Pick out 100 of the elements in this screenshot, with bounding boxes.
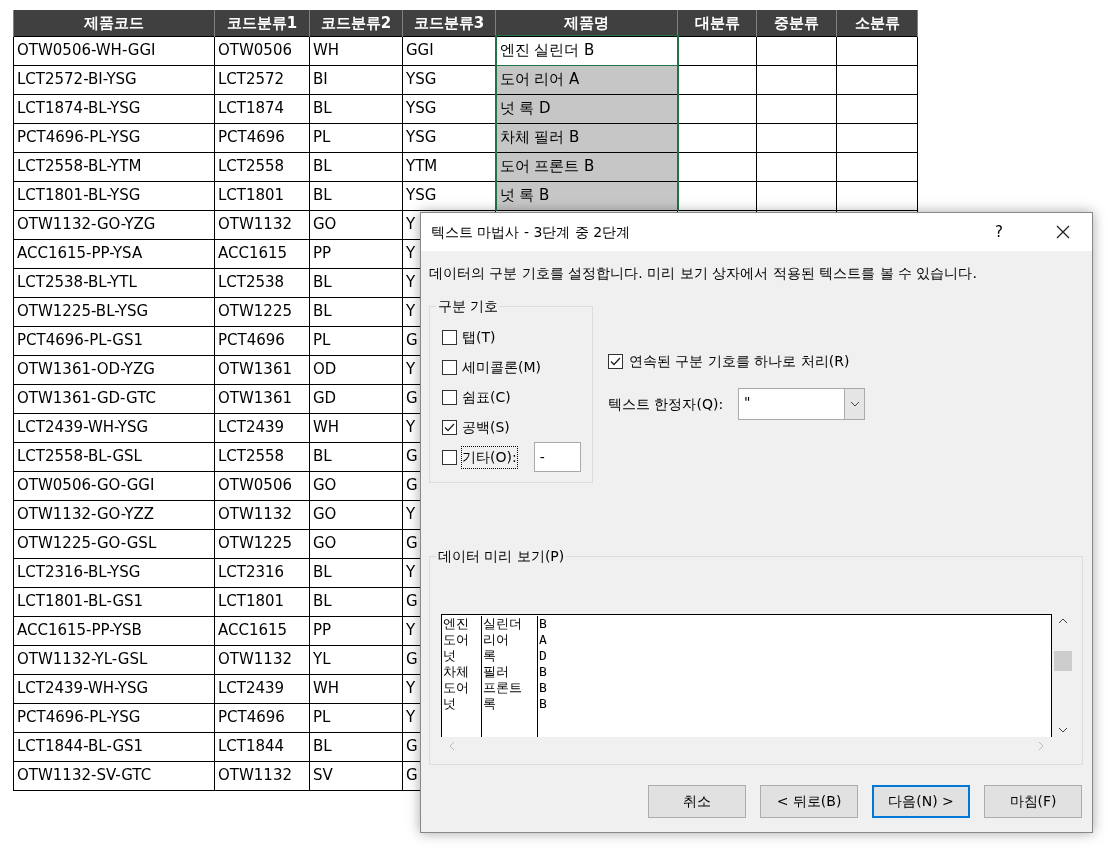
preview-text: D xyxy=(539,648,547,664)
table-cell[interactable]: 도어 프론트 B xyxy=(495,152,678,181)
cell-text: OTW1361 xyxy=(218,389,292,408)
checkbox[interactable] xyxy=(442,329,457,345)
column-header: 코드분류1 xyxy=(214,10,310,36)
window-title: 텍스트 마법사 - 3단계 중 2단계 xyxy=(431,222,631,242)
cell-text: G xyxy=(406,447,418,466)
chevron-down-icon xyxy=(849,401,860,407)
cell-text: OTW1225-GO-GSL xyxy=(17,534,157,553)
cell-text: LCT2558-BL-GSL xyxy=(17,447,142,466)
cell-text: GO xyxy=(313,534,337,553)
checkbox[interactable] xyxy=(442,359,457,375)
column-header: 대분류 xyxy=(677,10,757,36)
cell-text: LCT1844-BL-GS1 xyxy=(17,737,144,756)
cell-text: G xyxy=(406,650,418,669)
cell-text: PL xyxy=(313,128,331,147)
checkmark-icon xyxy=(444,422,455,432)
preview-text: 록 xyxy=(483,648,497,664)
cell-text: LCT1844 xyxy=(218,737,285,756)
cell-text: BL xyxy=(313,563,332,582)
cell-text: Y xyxy=(406,215,416,234)
cell-text: Y xyxy=(406,360,416,379)
column-header: 제품코드 xyxy=(13,10,215,36)
preview-text: 록 xyxy=(483,696,497,712)
cell-text: Y xyxy=(406,302,416,321)
preview-text: 엔진 xyxy=(443,616,470,632)
chevron-down-icon xyxy=(1058,727,1068,733)
dialog-button[interactable]: < 뒤로(B) xyxy=(760,785,858,818)
cell-text: Y xyxy=(406,244,416,263)
dialog-button[interactable]: 취소 xyxy=(648,785,746,818)
cell-text: LCT1801 xyxy=(218,592,285,611)
cell-text: ACC1615-PP-YSA xyxy=(17,244,143,263)
checkbox-label[interactable]: 기타(O): xyxy=(462,446,517,468)
cell-text: OTW1132 xyxy=(218,215,292,234)
table-cell[interactable]: 도어 리어 A xyxy=(495,65,678,94)
cell-text: G xyxy=(406,331,418,350)
cell-text: YSG xyxy=(406,99,437,118)
cell-text: LCT2558 xyxy=(218,157,285,176)
cell-text: OTW1225 xyxy=(218,534,292,553)
preview-text: 차체 xyxy=(443,664,470,680)
cell-text: OTW1225 xyxy=(218,302,292,321)
dialog-button[interactable]: 마침(F) xyxy=(984,785,1082,818)
cell-text: LCT2439 xyxy=(218,679,285,698)
cell-text: PCT4696-PL-YSG xyxy=(17,128,141,147)
cell-text: WH xyxy=(313,418,340,437)
cell-text: LCT2316 xyxy=(218,563,285,582)
checkbox[interactable] xyxy=(442,389,457,405)
checkbox[interactable] xyxy=(442,449,457,465)
cell-text: PCT4696-PL-YSG xyxy=(17,708,141,727)
cell-text: Y xyxy=(406,679,416,698)
cell-text: BL xyxy=(313,186,332,205)
cell-text: OTW1132-GO-YZG xyxy=(17,215,156,234)
cell-text: BL xyxy=(313,273,332,292)
preview-text: 도어 xyxy=(443,632,470,648)
checkbox[interactable] xyxy=(442,419,457,435)
cell-text: LCT1874 xyxy=(218,99,285,118)
cell-text: Y xyxy=(406,621,416,640)
close-icon xyxy=(1056,225,1070,239)
other-delimiter-field[interactable]: - xyxy=(533,442,581,472)
cell-text: Y xyxy=(406,505,416,524)
column-header: 제품명 xyxy=(495,10,678,36)
help-button[interactable]: ? xyxy=(995,220,1003,244)
preview-text: 도어 xyxy=(443,680,470,696)
table-cell[interactable]: 넛 록 B xyxy=(495,181,678,210)
cell-text: YSG xyxy=(406,186,437,205)
column-header: 중분류 xyxy=(756,10,837,36)
cell-text: BL xyxy=(313,302,332,321)
cell-text: OTW1132 xyxy=(218,766,292,785)
checkbox-label[interactable]: 연속된 구분 기호를 하나로 처리(R) xyxy=(629,351,850,372)
cell-text: OTW1361 xyxy=(218,360,292,379)
cell-text: BL xyxy=(313,99,332,118)
cell-text: YSG xyxy=(406,128,437,147)
cell-text: PCT4696 xyxy=(218,708,285,727)
checkbox[interactable] xyxy=(608,354,623,369)
cell-text: YSG xyxy=(406,70,437,89)
cell-text: OTW1132 xyxy=(218,650,292,669)
qualifier-label: 텍스트 한정자(Q): xyxy=(608,394,725,414)
preview-text: 필러 xyxy=(483,664,510,680)
cell-text: GGI xyxy=(406,41,434,60)
cell-text: LCT2558-BL-YTM xyxy=(17,157,142,176)
cell-text: PP xyxy=(313,621,332,640)
cell-text: LCT1874-BL-YSG xyxy=(17,99,141,118)
scroll-thumb[interactable] xyxy=(1054,650,1072,671)
checkbox-label[interactable]: 탭(T) xyxy=(462,326,496,348)
table-cell[interactable]: 넛 록 D xyxy=(495,94,678,123)
checkbox-label[interactable]: 쉼표(C) xyxy=(462,386,511,408)
checkbox-label[interactable]: 세미콜론(M) xyxy=(462,356,541,378)
cell-text: Y xyxy=(406,563,416,582)
cell-text: PL xyxy=(313,331,331,350)
cell-text: Y xyxy=(406,418,416,437)
cell-text: BL xyxy=(313,737,332,756)
checkbox-label[interactable]: 공백(S) xyxy=(462,416,510,438)
table-cell[interactable]: 차체 필러 B xyxy=(495,123,678,152)
cell-text: ACC1615-PP-YSB xyxy=(17,621,142,640)
dialog-button[interactable]: 다음(N) > xyxy=(872,785,970,818)
qualifier-dropdown[interactable]: " xyxy=(738,388,865,420)
cell-text: PP xyxy=(313,244,332,263)
cell-text: GD xyxy=(313,389,337,408)
column-header: 코드분류3 xyxy=(402,10,496,36)
table-cell[interactable]: 엔진 실린더 B xyxy=(495,36,678,65)
